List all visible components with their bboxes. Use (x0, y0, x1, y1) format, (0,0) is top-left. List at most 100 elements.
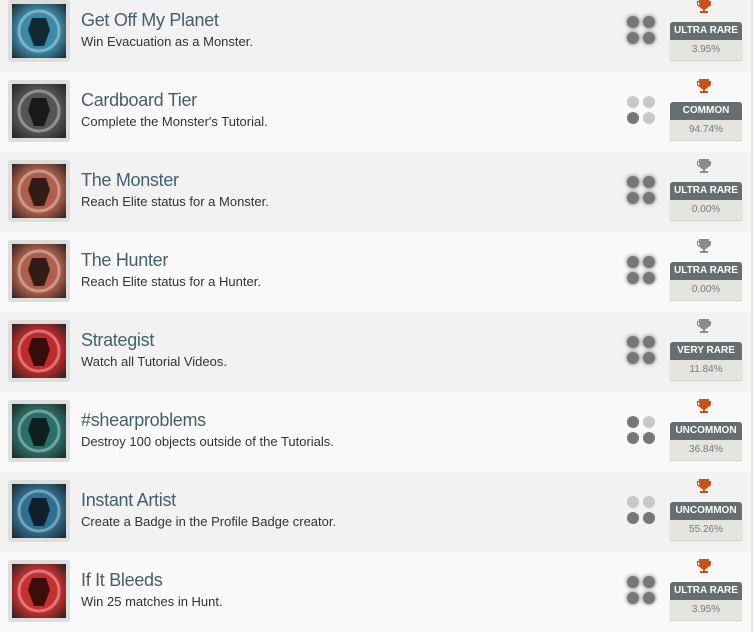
achievement-description: Reach Elite status for a Monster. (81, 194, 269, 209)
achievement-title: Get Off My Planet (81, 10, 219, 30)
cardboard-crest-icon (12, 84, 66, 138)
achievement-icon-frame (8, 160, 70, 222)
achievement-row[interactable]: Instant Artist Create a Badge in the Pro… (0, 472, 751, 552)
achievement-row[interactable]: Cardboard Tier Complete the Monster's Tu… (0, 72, 751, 152)
rarity-tier: UNCOMMON (670, 502, 742, 520)
rarity-badge: ULTRA RARE 0.00% (670, 262, 742, 300)
rarity-dot (643, 336, 655, 348)
achievement-title: Cardboard Tier (81, 90, 197, 110)
rarity-badge: ULTRA RARE 3.95% (670, 582, 742, 620)
rarity-badge: ULTRA RARE 3.95% (670, 22, 742, 60)
achievement-description: Complete the Monster's Tutorial. (81, 114, 268, 129)
rarity-dot (643, 16, 655, 28)
rarity-dot (627, 192, 639, 204)
trophy-icon (697, 559, 711, 573)
achievement-icon-frame (8, 0, 70, 62)
achievement-description: Win 25 matches in Hunt. (81, 594, 223, 609)
rarity-badge: COMMON 94.74% (670, 102, 742, 140)
rarity-tier: ULTRA RARE (670, 22, 742, 40)
rarity-badge: UNCOMMON 36.84% (670, 422, 742, 460)
unlock-percent: 0.00% (670, 200, 742, 220)
rarity-dots (627, 16, 657, 46)
eye-icon (12, 324, 66, 378)
trophy-icon (697, 159, 711, 173)
achievement-description: Create a Badge in the Profile Badge crea… (81, 514, 337, 529)
rarity-dot (643, 256, 655, 268)
monster-silhouette-icon (12, 4, 66, 58)
knife-icon (12, 564, 66, 618)
rarity-dot (643, 112, 655, 124)
rarity-dot (643, 352, 655, 364)
rarity-dot (643, 32, 655, 44)
achievement-row[interactable]: The Monster Reach Elite status for a Mon… (0, 152, 751, 232)
achievement-icon-frame (8, 400, 70, 462)
rarity-dot (627, 592, 639, 604)
trophy-icon (697, 79, 711, 93)
achievement-row[interactable]: Get Off My Planet Win Evacuation as a Mo… (0, 0, 751, 72)
achievement-description: Win Evacuation as a Monster. (81, 34, 253, 49)
rarity-dot (627, 432, 639, 444)
rarity-dot (643, 272, 655, 284)
achievement-row[interactable]: If It Bleeds Win 25 matches in Hunt. ULT… (0, 552, 751, 632)
achievement-title: Strategist (81, 330, 155, 350)
rarity-tier: VERY RARE (670, 342, 742, 360)
rarity-dot (627, 512, 639, 524)
achievement-row[interactable]: #shearproblems Destroy 100 objects outsi… (0, 392, 751, 472)
rarity-dot (643, 496, 655, 508)
rarity-dot (627, 272, 639, 284)
unlock-percent: 3.95% (670, 600, 742, 620)
trophy-icon (697, 319, 711, 333)
rarity-dot (643, 432, 655, 444)
achievement-icon-frame (8, 240, 70, 302)
rarity-dot (627, 16, 639, 28)
rarity-badge: VERY RARE 11.84% (670, 342, 742, 380)
unlock-percent: 36.84% (670, 440, 742, 460)
achievement-description: Reach Elite status for a Hunter. (81, 274, 261, 289)
rarity-dot (643, 512, 655, 524)
rarity-dot (643, 96, 655, 108)
rarity-dot (627, 336, 639, 348)
rarity-dot (643, 192, 655, 204)
achievement-title: The Monster (81, 170, 179, 190)
rarity-dot (627, 496, 639, 508)
rarity-tier: ULTRA RARE (670, 182, 742, 200)
achievement-title: #shearproblems (81, 410, 206, 430)
trophy-icon (697, 399, 711, 413)
rarity-dot (643, 416, 655, 428)
achievement-list: Get Off My Planet Win Evacuation as a Mo… (0, 0, 753, 632)
unlock-percent: 0.00% (670, 280, 742, 300)
achievement-title: If It Bleeds (81, 570, 163, 590)
achievement-icon-frame (8, 560, 70, 622)
achievement-icon-frame (8, 480, 70, 542)
rarity-tier: ULTRA RARE (670, 262, 742, 280)
rarity-dot (627, 176, 639, 188)
rarity-dot (627, 256, 639, 268)
rarity-dots (627, 96, 657, 126)
trophy-icon (697, 239, 711, 253)
rarity-dots (627, 336, 657, 366)
rarity-dot (643, 176, 655, 188)
rarity-dot (643, 576, 655, 588)
achievement-icon-frame (8, 320, 70, 382)
achievement-title: Instant Artist (81, 490, 176, 510)
achievement-row[interactable]: The Hunter Reach Elite status for a Hunt… (0, 232, 751, 312)
rarity-dots (627, 416, 657, 446)
shear-blast-icon (12, 404, 66, 458)
rarity-dot (627, 352, 639, 364)
achievement-row[interactable]: Strategist Watch all Tutorial Videos. VE… (0, 312, 751, 392)
rarity-dots (627, 576, 657, 606)
achievement-description: Watch all Tutorial Videos. (81, 354, 227, 369)
rarity-dot (627, 576, 639, 588)
unlock-percent: 3.95% (670, 40, 742, 60)
rarity-dots (627, 496, 657, 526)
unlock-percent: 11.84% (670, 360, 742, 380)
rarity-badge: UNCOMMON 55.26% (670, 502, 742, 540)
unlock-percent: 94.74% (670, 120, 742, 140)
rarity-badge: ULTRA RARE 0.00% (670, 182, 742, 220)
rarity-dot (627, 96, 639, 108)
rarity-dots (627, 176, 657, 206)
rarity-dots (627, 256, 657, 286)
rarity-dot (627, 112, 639, 124)
monster-claw-icon (12, 164, 66, 218)
trophy-icon (697, 0, 711, 13)
